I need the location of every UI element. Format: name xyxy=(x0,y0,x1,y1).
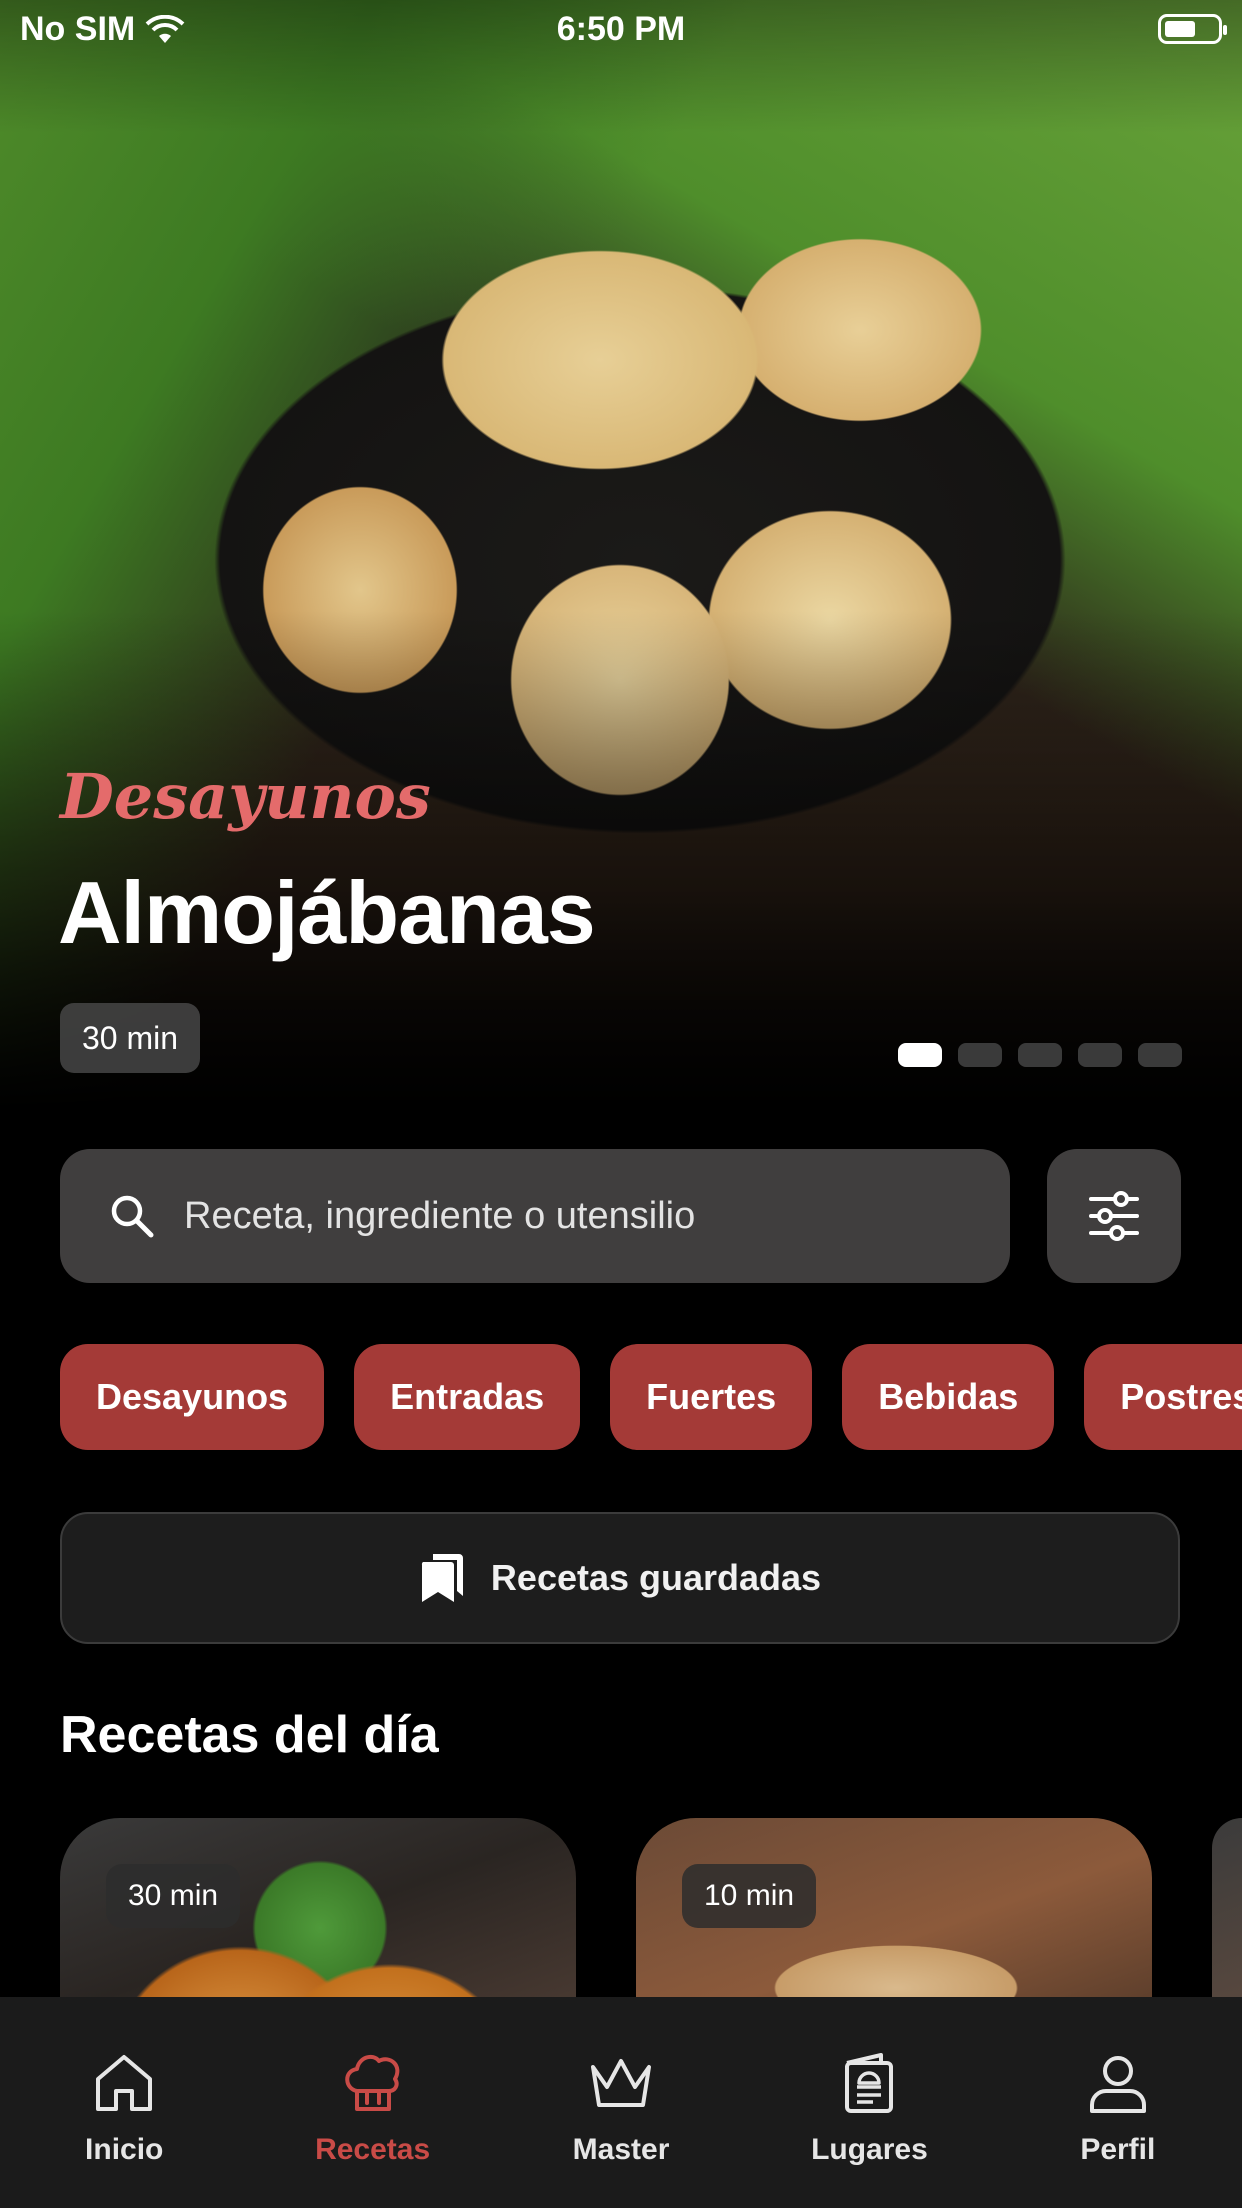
filter-button[interactable] xyxy=(1047,1149,1181,1283)
hero-time-badge: 30 min xyxy=(60,1003,201,1073)
home-icon xyxy=(96,2055,153,2111)
carousel-indicator[interactable] xyxy=(898,1043,1182,1067)
saved-recipes-label: Recetas guardadas xyxy=(490,1557,822,1598)
tab-recetas[interactable]: Recetas xyxy=(248,1997,496,2208)
tab-master[interactable]: Master xyxy=(497,1997,745,2208)
carousel-dot[interactable] xyxy=(958,1043,1002,1067)
carousel-dot[interactable] xyxy=(1078,1043,1122,1067)
chip-bebidas[interactable]: Bebidas xyxy=(842,1344,1055,1450)
carousel-dot[interactable] xyxy=(1018,1043,1062,1067)
chip-entradas[interactable]: Entradas xyxy=(354,1344,581,1450)
chip-desayunos[interactable]: Desayunos xyxy=(60,1344,325,1450)
carousel-dot[interactable] xyxy=(1138,1043,1182,1067)
category-chips: Desayunos Entradas Fuertes Bebidas Postr… xyxy=(60,1344,1242,1450)
chip-postres[interactable]: Postres xyxy=(1084,1344,1242,1450)
chip-fuertes[interactable]: Fuertes xyxy=(610,1344,813,1450)
menu-card-icon xyxy=(845,2053,894,2113)
search-icon xyxy=(111,1195,154,1238)
status-bar: No SIM 6:50 PM xyxy=(0,0,1242,60)
clock: 6:50 PM xyxy=(556,10,686,48)
hero-title[interactable]: Almojábanas xyxy=(58,862,596,964)
battery-icon xyxy=(1158,14,1227,44)
card-time-badge: 30 min xyxy=(106,1864,241,1928)
search-input[interactable] xyxy=(182,1193,966,1239)
bookmarks-icon xyxy=(421,1554,463,1602)
tab-perfil[interactable]: Perfil xyxy=(994,1997,1242,2208)
saved-recipes-button[interactable]: Recetas guardadas xyxy=(60,1512,1180,1644)
card-time-badge: 10 min xyxy=(682,1864,817,1928)
sliders-icon xyxy=(1089,1191,1139,1241)
tab-bar: Inicio Recetas Master Lugares Perfil xyxy=(0,1997,1242,2208)
chef-hat-icon xyxy=(344,2054,399,2111)
tab-inicio[interactable]: Inicio xyxy=(0,1997,248,2208)
tab-lugares[interactable]: Lugares xyxy=(745,1997,993,2208)
hero-category: Desayunos xyxy=(60,760,431,833)
crown-icon xyxy=(591,2059,652,2107)
section-title: Recetas del día xyxy=(60,1706,439,1764)
carousel-dot[interactable] xyxy=(898,1043,942,1067)
user-icon xyxy=(1089,2056,1146,2113)
search-bar[interactable] xyxy=(60,1149,1010,1283)
